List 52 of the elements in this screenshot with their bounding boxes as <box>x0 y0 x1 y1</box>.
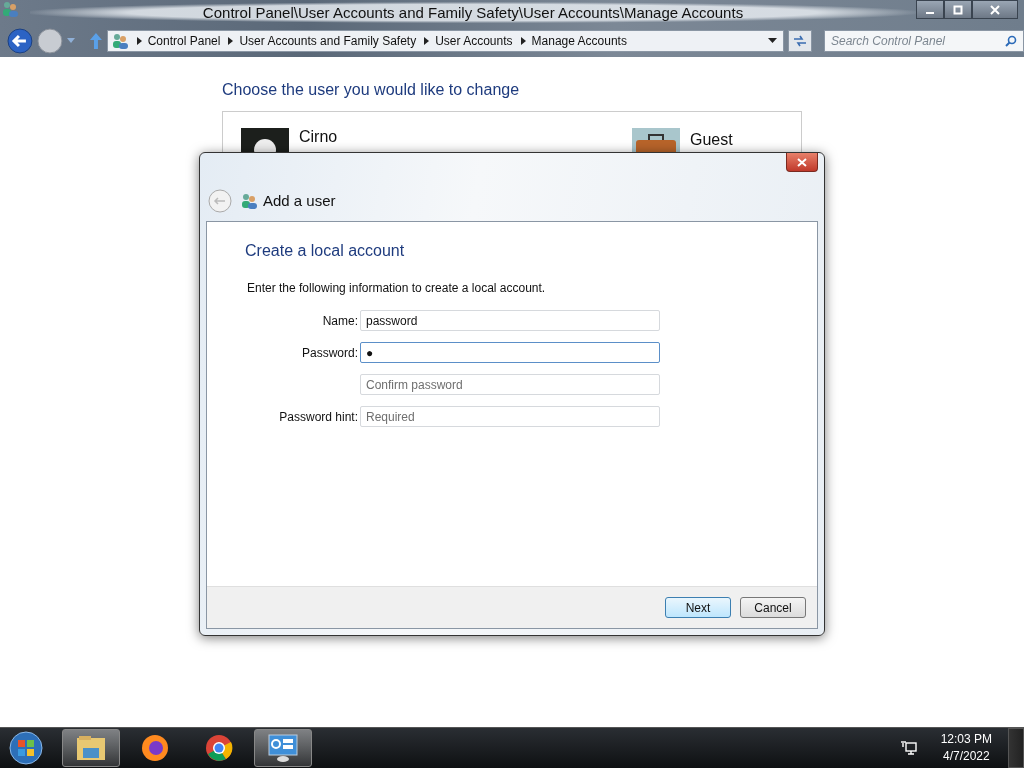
breadcrumb[interactable]: User Accounts <box>435 34 513 48</box>
close-button[interactable] <box>786 153 818 172</box>
folder-icon <box>75 734 107 762</box>
refresh-button[interactable] <box>788 30 812 52</box>
maximize-icon <box>953 4 963 15</box>
field-label: Name: <box>321 313 358 328</box>
breadcrumb[interactable]: Control Panel <box>147 34 221 48</box>
chevron-icon <box>520 37 526 45</box>
input-field[interactable]: Required <box>360 406 660 427</box>
breadcrumb[interactable]: Manage Accounts <box>531 34 627 48</box>
input-field[interactable]: password <box>360 310 660 331</box>
window-title: Control Panel\User Accounts and Family Safety\User Accounts\Manage Accounts <box>30 2 916 23</box>
search-icon[interactable] <box>1004 35 1017 47</box>
field-label: Password: <box>300 345 358 360</box>
chevron-icon <box>136 37 142 45</box>
instructions-text: Enter the following information to create a local account. <box>247 281 547 295</box>
cancel-button[interactable]: Cancel <box>740 597 806 618</box>
clock-date[interactable]: 4/7/2022 <box>942 748 990 765</box>
close-icon <box>990 4 1000 15</box>
address-bar[interactable]: Control Panel User Accounts and Family Safety User Accounts Manage Accounts <box>106 30 785 52</box>
chevron-icon <box>424 37 430 45</box>
field-label: Password hint: <box>278 409 358 424</box>
close-icon <box>797 157 807 167</box>
clock-time[interactable]: 12:03 PM <box>940 731 992 748</box>
monitor-icon <box>267 733 299 763</box>
user-name[interactable]: Cirno <box>299 128 338 146</box>
back-icon[interactable] <box>7 28 33 54</box>
browser-icon <box>204 733 234 763</box>
input-field[interactable]: ● <box>360 342 660 363</box>
refresh-icon <box>793 35 807 47</box>
section-heading: Create a local account <box>245 242 406 260</box>
chevron-icon <box>228 37 234 45</box>
maximize-button[interactable] <box>944 0 972 19</box>
user-name[interactable]: Guest <box>690 131 733 149</box>
users-icon <box>240 192 258 209</box>
input-field[interactable]: Confirm password <box>360 374 660 395</box>
next-button[interactable]: Next <box>665 597 731 618</box>
close-button[interactable] <box>972 0 1018 19</box>
page-heading: Choose the user you would like to change <box>222 81 521 99</box>
dropdown-icon[interactable] <box>768 38 778 44</box>
users-icon <box>110 33 129 49</box>
taskbar-explorer-button[interactable] <box>62 729 120 767</box>
minimize-button[interactable] <box>916 0 944 19</box>
minimize-icon <box>926 12 934 14</box>
browser-icon <box>140 733 170 763</box>
dialog-title: Add a user <box>263 192 336 209</box>
users-icon <box>1 1 19 17</box>
network-icon[interactable] <box>900 740 917 756</box>
taskbar-control-panel-button[interactable] <box>254 729 312 767</box>
breadcrumb[interactable]: User Accounts and Family Safety <box>239 34 417 48</box>
start-button[interactable] <box>6 728 46 768</box>
search-field[interactable]: Search Control Panel <box>823 30 1024 52</box>
